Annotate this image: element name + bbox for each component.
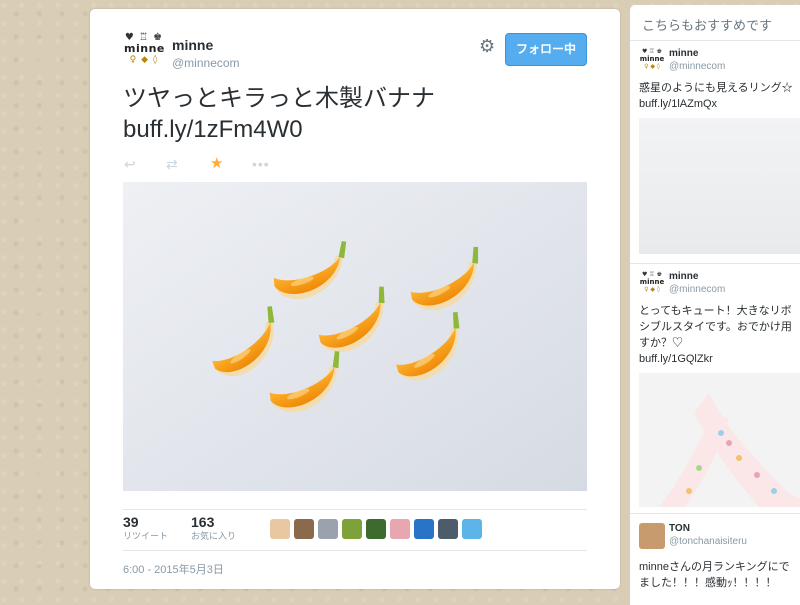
logo-wordmark: minne	[639, 55, 665, 63]
logo-wordmark: minne	[124, 42, 165, 55]
favorite-count-value: 163	[191, 514, 215, 530]
user-handle[interactable]: @minnecom	[172, 56, 240, 70]
avatar[interactable]	[414, 519, 434, 539]
tweet-text-line: 惑星のようにも見えるリング☆	[639, 82, 793, 94]
recommended-tweet-text: minneさんの月ランキングにで ました！！！感動ｯ！！！！	[639, 559, 790, 591]
logo-icons-top: ♥ ♖ ♚	[642, 271, 662, 278]
tweet-text: ツヤっとキラっと木製バナナ buff.ly/1zFm4W0	[123, 83, 435, 145]
favorite-count-label: お気に入り	[191, 531, 237, 541]
recommended-user-handle[interactable]: @minnecom	[669, 61, 725, 72]
avatar[interactable]	[366, 519, 386, 539]
star-icon[interactable]: ★	[210, 156, 223, 172]
divider	[630, 263, 800, 264]
avatar[interactable]	[390, 519, 410, 539]
logo-icons-bottom: ♀ ◆ ◊	[129, 55, 159, 65]
logo-icons-bottom: ♀ ◆ ◊	[644, 63, 660, 70]
recommended-user-name[interactable]: TON	[669, 523, 690, 534]
timestamp[interactable]: 6:00 - 2015年5月3日	[123, 561, 224, 577]
avatar[interactable]	[270, 519, 290, 539]
divider	[630, 513, 800, 514]
avatar[interactable]	[294, 519, 314, 539]
tweet-card: ♥ ♖ ♚ minne ♀ ◆ ◊ minne @minnecom ⚙ フォロー…	[90, 9, 620, 589]
gear-icon[interactable]: ⚙	[479, 37, 497, 55]
logo-icons-top: ♥ ♖ ♚	[642, 48, 662, 55]
recommended-user-handle[interactable]: @minnecom	[669, 284, 725, 295]
tweet-link[interactable]: buff.ly/1lAZmQx	[639, 96, 793, 112]
retweet-count-label: リツイート	[123, 531, 169, 541]
tweet-photo[interactable]	[123, 182, 587, 491]
tweet-text-line: シブルスタイです。おでかけ用	[639, 321, 792, 333]
avatar[interactable]	[318, 519, 338, 539]
retweet-icon[interactable]: ⇄	[166, 156, 178, 172]
tweet-link[interactable]: buff.ly/1zFm4W0	[123, 114, 435, 145]
divider	[630, 40, 800, 41]
recommended-tweet-text: 惑星のようにも見えるリング☆ buff.ly/1lAZmQx	[639, 80, 793, 112]
retweet-count[interactable]: 39 リツイート	[123, 514, 168, 542]
avatar[interactable]: ♥ ♖ ♚ minne ♀ ◆ ◊	[639, 271, 665, 297]
logo-icons-bottom: ♀ ◆ ◊	[644, 286, 660, 293]
avatar[interactable]: ♥ ♖ ♚ minne ♀ ◆ ◊	[124, 33, 164, 73]
recommended-user-handle[interactable]: @tonchanaisiteru	[669, 536, 747, 547]
recommended-photo[interactable]	[639, 373, 800, 507]
recommended-user-name[interactable]: minne	[669, 48, 698, 59]
avatar[interactable]	[438, 519, 458, 539]
follow-button[interactable]: フォロー中	[505, 33, 587, 66]
avatar[interactable]	[342, 519, 362, 539]
reply-icon[interactable]: ↩	[124, 156, 136, 172]
avatar[interactable]	[462, 519, 482, 539]
avatar[interactable]	[639, 523, 665, 549]
avatar[interactable]: ♥ ♖ ♚ minne ♀ ◆ ◊	[639, 48, 665, 74]
tweet-stats: 39 リツイート 163 お気に入り	[123, 509, 587, 551]
tweet-text-line: minneさんの月ランキングにで	[639, 561, 790, 573]
recommendations-sidebar: こちらもおすすめです ♥ ♖ ♚ minne ♀ ◆ ◊ minne @minn…	[630, 5, 800, 605]
logo-wordmark: minne	[639, 278, 665, 286]
sidebar-title: こちらもおすすめです	[642, 18, 773, 33]
tweet-text-line: とってもキュート！大きなリボ	[639, 305, 792, 317]
tights-photo	[659, 393, 800, 507]
favorite-count[interactable]: 163 お気に入り	[191, 514, 236, 542]
user-name[interactable]: minne	[172, 37, 213, 53]
recommended-user-name[interactable]: minne	[669, 271, 698, 282]
tweet-text-line: ました！！！感動ｯ！！！！	[639, 577, 777, 589]
recommended-tweet-text: とってもキュート！大きなリボ シブルスタイです。おでかけ用 すか？♡ buff.…	[639, 303, 792, 367]
tweet-link[interactable]: buff.ly/1GQlZkr	[639, 351, 792, 367]
banana-photo	[123, 182, 587, 491]
recommended-photo[interactable]	[639, 118, 800, 254]
tweet-text-line: すか？♡	[639, 337, 683, 349]
tweet-text-line: ツヤっとキラっと木製バナナ	[123, 85, 435, 112]
retweet-count-value: 39	[123, 514, 139, 530]
more-icon[interactable]: •••	[252, 156, 270, 172]
